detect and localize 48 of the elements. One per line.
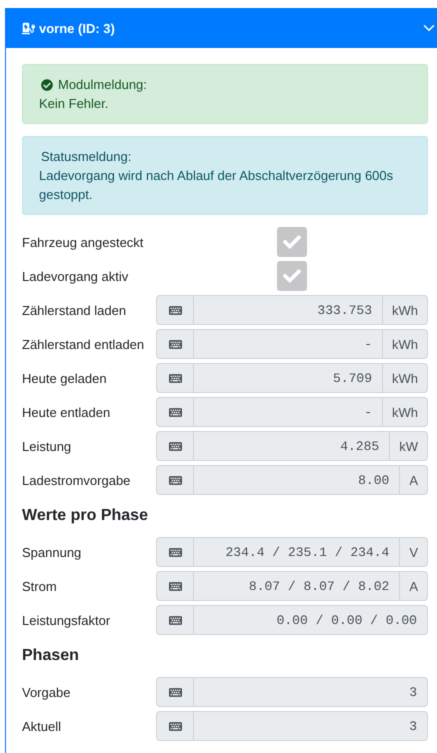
field-label: Fahrzeug angesteckt xyxy=(22,234,144,250)
field-label: Ladevorgang aktiv xyxy=(22,268,130,284)
readout-field: 333.753 kWh xyxy=(156,295,428,325)
readout-field: 3 xyxy=(156,677,428,707)
field-label: Leistungsfaktor xyxy=(22,612,112,628)
field-label: Zählerstand laden xyxy=(22,302,128,318)
readout-field: 8.07 / 8.07 / 8.02 A xyxy=(156,571,428,601)
keyboard-icon xyxy=(168,686,182,698)
readout-field: 4.285 kW xyxy=(156,431,428,461)
keyboard-icon xyxy=(168,406,182,418)
readout-field: 234.4 / 235.1 / 234.4 V xyxy=(156,537,428,567)
readout-field: 5.709 kWh xyxy=(156,363,428,393)
field-label: Spannung xyxy=(22,544,82,560)
readout-field: 8.00 A xyxy=(156,465,428,495)
readout-field: - kWh xyxy=(156,397,428,427)
card-header[interactable]: vorne (ID: 3) xyxy=(6,8,437,48)
field-label: Heute entladen xyxy=(22,404,112,420)
keyboard-icon xyxy=(168,440,182,452)
keyboard-icon xyxy=(168,614,182,626)
check-icon xyxy=(283,233,301,251)
section-heading: Phasen xyxy=(22,647,80,665)
alert-title: Statusmeldung: xyxy=(41,148,132,166)
section-heading: Werte pro Phase xyxy=(22,507,149,525)
keyboard-icon xyxy=(168,338,182,350)
field-label: Leistung xyxy=(22,438,72,454)
field-label: Heute geladen xyxy=(22,370,108,386)
charging-station-icon xyxy=(22,22,35,34)
field-label: Vorgabe xyxy=(22,684,72,700)
readout-field: - kWh xyxy=(156,329,428,359)
alert-text: Ladevorgang wird nach Ablauf der Abschaltverzögerung 600s gestoppt. xyxy=(39,167,394,204)
keyboard-icon xyxy=(168,372,182,384)
keyboard-icon xyxy=(168,304,182,316)
keyboard-icon xyxy=(168,580,182,592)
checkbox[interactable] xyxy=(277,227,307,257)
field-label: Zählerstand entladen xyxy=(22,336,146,352)
card-title: vorne (ID: 3) xyxy=(39,20,116,36)
field-label: Strom xyxy=(22,578,58,594)
checkbox[interactable] xyxy=(277,261,307,291)
keyboard-icon xyxy=(168,720,182,732)
readout-field: 0.00 / 0.00 / 0.00 xyxy=(156,605,428,635)
field-label: Aktuell xyxy=(22,718,62,734)
readout-field: 3 xyxy=(156,711,428,741)
keyboard-icon xyxy=(168,474,182,486)
field-label: Ladestromvorgabe xyxy=(22,472,132,488)
check-icon xyxy=(283,267,301,285)
alert-text: Kein Fehler. xyxy=(39,95,110,113)
keyboard-icon xyxy=(168,546,182,558)
alert-title: Modulmeldung: xyxy=(58,76,147,94)
